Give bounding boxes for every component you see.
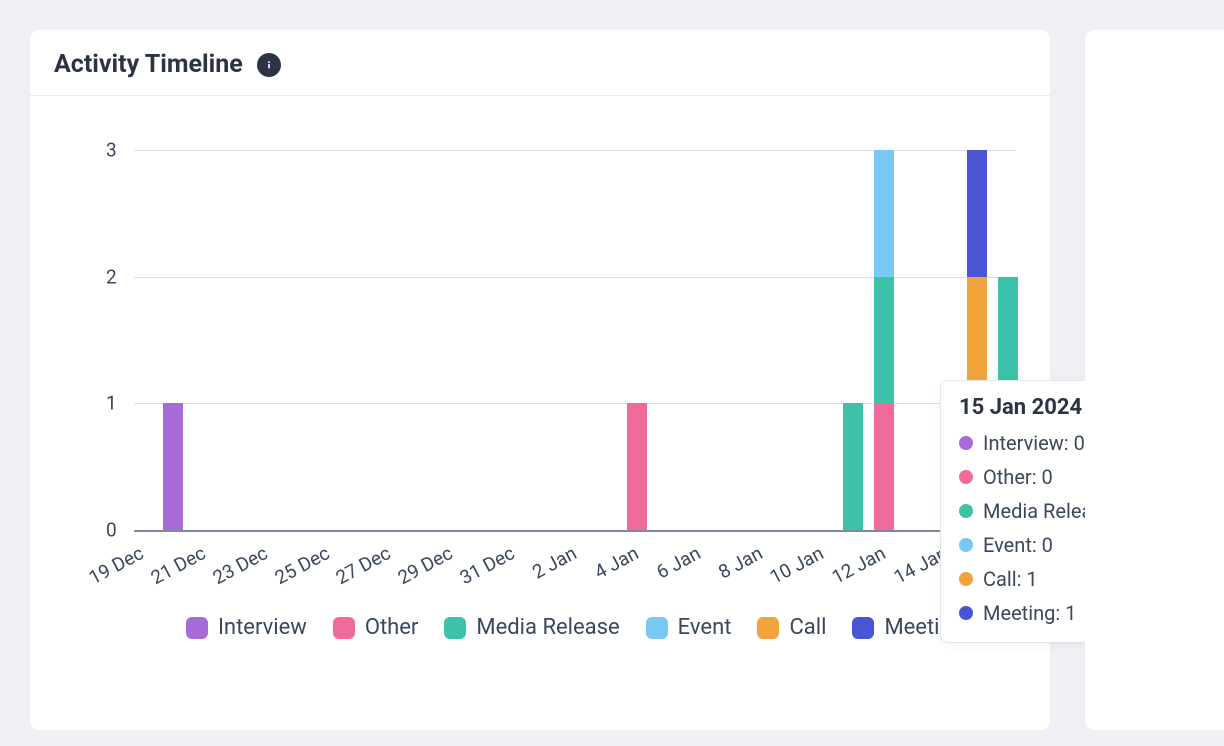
chart-plot[interactable]: 0123 xyxy=(134,150,1016,530)
y-tick-label: 0 xyxy=(106,519,117,542)
bar-segment[interactable] xyxy=(627,403,647,530)
legend: InterviewOtherMedia ReleaseEventCallMeet… xyxy=(134,615,1016,640)
bar-segment[interactable] xyxy=(163,403,183,530)
tooltip-dot xyxy=(959,504,973,518)
legend-item[interactable]: Media Release xyxy=(444,615,619,640)
legend-item[interactable]: Call xyxy=(757,615,826,640)
tooltip-text: Interview: 0 xyxy=(983,426,1085,460)
tooltip-dot xyxy=(959,436,973,450)
bar-column[interactable] xyxy=(843,150,863,530)
tooltip-text: Call: 1 xyxy=(983,562,1038,596)
y-tick-label: 3 xyxy=(106,139,117,162)
legend-item[interactable]: Other xyxy=(333,615,419,640)
x-tick-label: 12 Jan xyxy=(828,541,889,588)
x-tick-label: 10 Jan xyxy=(766,541,827,588)
info-icon[interactable] xyxy=(257,53,281,77)
x-tick-label: 25 Dec xyxy=(270,541,333,589)
legend-swatch xyxy=(186,617,208,639)
x-tick-label: 29 Dec xyxy=(394,541,457,589)
x-tick-label: 27 Dec xyxy=(332,541,395,589)
legend-swatch xyxy=(333,617,355,639)
x-tick-label: 6 Jan xyxy=(652,541,704,583)
chart-area: 0123 19 Dec21 Dec23 Dec25 Dec27 Dec29 De… xyxy=(54,130,1026,700)
tooltip-text: Meeting: 1 xyxy=(983,596,1076,630)
card-header: Activity Timeline xyxy=(30,30,1050,96)
tooltip-dot xyxy=(959,572,973,586)
legend-label: Media Release xyxy=(476,615,619,640)
side-card xyxy=(1085,30,1224,730)
tooltip-text: Other: 0 xyxy=(983,460,1053,494)
bar-segment[interactable] xyxy=(843,403,863,530)
x-tick-label: 19 Dec xyxy=(85,541,148,589)
x-tick-label: 21 Dec xyxy=(147,541,210,589)
legend-label: Other xyxy=(365,615,419,640)
legend-swatch xyxy=(852,617,874,639)
legend-label: Event xyxy=(678,615,732,640)
tooltip-dot xyxy=(959,538,973,552)
bar-column[interactable] xyxy=(163,150,183,530)
legend-swatch xyxy=(646,617,668,639)
x-tick-label: 31 Dec xyxy=(456,541,519,589)
card-title: Activity Timeline xyxy=(54,50,243,79)
x-tick-label: 2 Jan xyxy=(528,541,580,583)
bar-segment[interactable] xyxy=(967,150,987,277)
x-tick-label: 23 Dec xyxy=(209,541,272,589)
tooltip-dot xyxy=(959,606,973,620)
x-tick-label: 8 Jan xyxy=(714,541,766,583)
bar-column[interactable] xyxy=(627,150,647,530)
x-axis-line xyxy=(134,530,1016,532)
legend-swatch xyxy=(757,617,779,639)
activity-timeline-card: Activity Timeline 0123 19 Dec21 Dec23 De… xyxy=(30,30,1050,730)
y-tick-label: 1 xyxy=(106,392,117,415)
x-tick-label: 4 Jan xyxy=(590,541,642,583)
legend-label: Interview xyxy=(218,615,307,640)
tooltip-text: Event: 0 xyxy=(983,528,1053,562)
y-tick-label: 2 xyxy=(106,265,117,288)
tooltip-dot xyxy=(959,470,973,484)
bar-segment[interactable] xyxy=(874,403,894,530)
x-axis-ticks: 19 Dec21 Dec23 Dec25 Dec27 Dec29 Dec31 D… xyxy=(134,540,1016,600)
legend-item[interactable]: Event xyxy=(646,615,732,640)
legend-label: Call xyxy=(789,615,826,640)
legend-item[interactable]: Interview xyxy=(186,615,307,640)
bar-segment[interactable] xyxy=(874,277,894,404)
bar-column[interactable] xyxy=(874,150,894,530)
bar-segment[interactable] xyxy=(874,150,894,277)
legend-swatch xyxy=(444,617,466,639)
